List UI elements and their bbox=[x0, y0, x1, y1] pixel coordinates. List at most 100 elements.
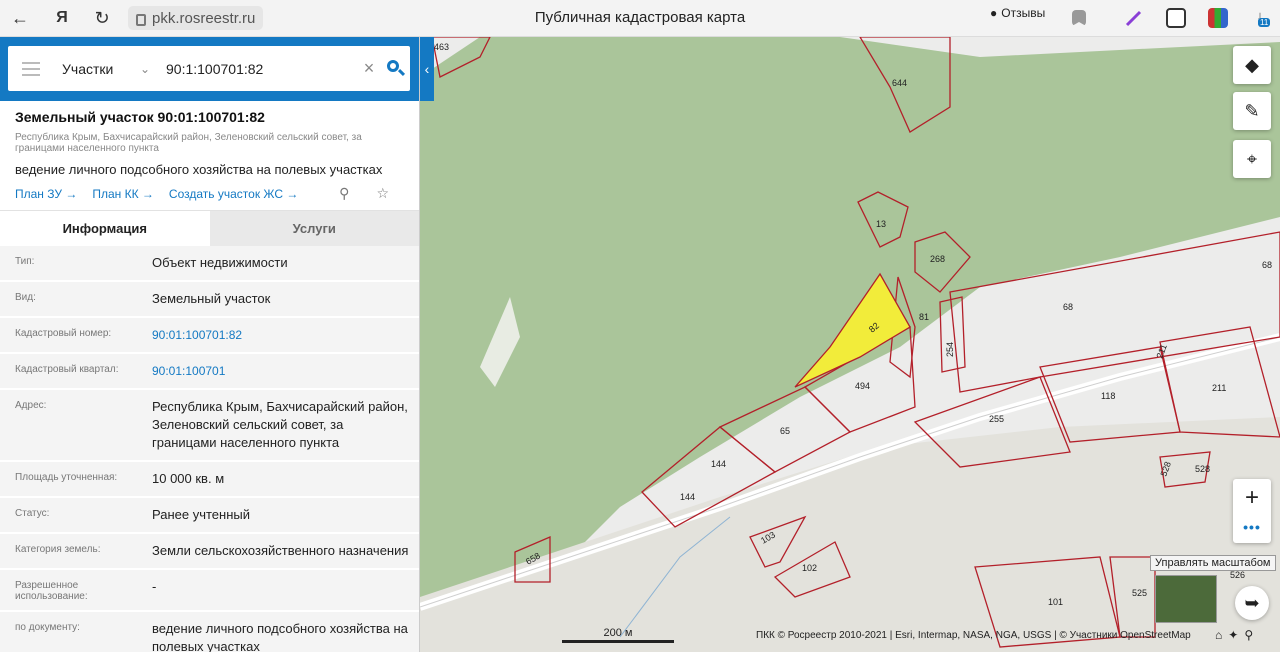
info-tabs: Информация Услуги bbox=[0, 210, 419, 246]
search-icon[interactable] bbox=[380, 54, 410, 84]
parcel-label: 525 bbox=[1132, 588, 1147, 598]
search-box: Участки ⌄ 90:1:100701:82 × bbox=[8, 46, 410, 91]
parcel-label: 102 bbox=[802, 563, 817, 573]
attribute-label: Адрес: bbox=[15, 400, 47, 411]
scale-menu-icon[interactable]: ••• bbox=[1233, 517, 1271, 537]
star-icon[interactable]: ☆ bbox=[376, 185, 389, 202]
cadastral-number-link[interactable]: 90:01:100701:82 bbox=[152, 326, 419, 344]
bookmark-icon[interactable] bbox=[1072, 10, 1086, 26]
map-attribution: ПКК © Росреестр 2010-2021 | Esri, Interm… bbox=[756, 630, 1191, 641]
zoom-to-object-icon[interactable]: ⚲ bbox=[339, 185, 349, 202]
attribute-value: 10 000 кв. м bbox=[152, 471, 225, 486]
zoom-control[interactable]: + ••• bbox=[1233, 479, 1271, 543]
map-scale: 200 м bbox=[562, 627, 674, 643]
pen-icon[interactable] bbox=[1124, 8, 1144, 28]
parcel-label: 211 bbox=[1154, 343, 1168, 360]
ruler-icon: ✎ bbox=[1244, 100, 1260, 121]
attribute-value: Ранее учтенный bbox=[152, 507, 250, 522]
parcel-label: 268 bbox=[930, 254, 945, 264]
parcel-label: 526 bbox=[1230, 570, 1245, 580]
attribute-label: Кадастровый квартал: bbox=[15, 364, 119, 375]
home-icon[interactable]: ⌂ bbox=[1215, 628, 1222, 642]
clear-icon[interactable]: × bbox=[358, 58, 380, 79]
search-input[interactable]: 90:1:100701:82 bbox=[166, 61, 358, 77]
collapse-panel-button[interactable]: ‹ bbox=[420, 37, 434, 101]
parcel-label: 101 bbox=[1048, 597, 1063, 607]
attribute-label: Вид: bbox=[15, 292, 36, 303]
parcel-label: 211 bbox=[1212, 383, 1226, 393]
attribute-row: Кадастровый квартал: 90:01:100701 bbox=[0, 354, 419, 390]
attribute-value: ведение личного подсобного хозяйства на … bbox=[152, 621, 408, 652]
object-usage: ведение личного подсобного хозяйства на … bbox=[15, 162, 383, 177]
object-links: План ЗУ → План КК → Создать участок ЖС →… bbox=[15, 185, 404, 202]
downloads-badge: 11 bbox=[1258, 18, 1271, 27]
create-parcel-link[interactable]: Создать участок ЖС → bbox=[169, 187, 298, 201]
parcel-label: 254 bbox=[945, 342, 955, 357]
plan-kk-link[interactable]: План КК → bbox=[92, 187, 154, 201]
info-panel: Участки ⌄ 90:1:100701:82 × Земельный уча… bbox=[0, 37, 420, 652]
object-header: Земельный участок 90:01:100701:82 Респуб… bbox=[0, 101, 419, 202]
parcel-label: 118 bbox=[1101, 391, 1115, 401]
speech-bubble-icon: ● bbox=[990, 6, 998, 20]
attribute-label: Площадь уточненная: bbox=[15, 472, 118, 483]
parcel-label: 81 bbox=[919, 312, 929, 322]
reload-icon[interactable]: ↻ bbox=[90, 6, 114, 30]
parcel-label: 644 bbox=[892, 78, 907, 88]
layers-button[interactable]: ◆ bbox=[1233, 46, 1271, 84]
compass-button[interactable]: ➥ bbox=[1235, 586, 1269, 620]
object-address: Республика Крым, Бахчисарайский район, З… bbox=[15, 132, 362, 154]
parcel-label: 144 bbox=[680, 492, 695, 502]
extension-icon[interactable] bbox=[1166, 8, 1186, 28]
parcel-label: 528 bbox=[1195, 464, 1210, 474]
yandex-icon[interactable]: Я bbox=[50, 6, 74, 30]
hamburger-icon[interactable] bbox=[22, 61, 40, 76]
search-bar: Участки ⌄ 90:1:100701:82 × bbox=[0, 37, 419, 101]
lock-icon bbox=[136, 14, 146, 26]
cadastral-quarter-link[interactable]: 90:01:100701 bbox=[152, 362, 419, 380]
attribute-label: Категория земель: bbox=[15, 544, 101, 555]
address-bar[interactable]: pkk.rosreestr.ru bbox=[128, 6, 264, 30]
zoom-in-button[interactable]: + bbox=[1233, 479, 1271, 517]
locate-small-icon[interactable]: ✦ bbox=[1228, 628, 1238, 642]
browser-toolbar: ← Я ↻ pkk.rosreestr.ru Публичная кадастр… bbox=[0, 0, 1280, 37]
reviews-button[interactable]: ● Отзывы bbox=[990, 6, 1045, 20]
attribute-row: по документу: ведение личного подсобного… bbox=[0, 612, 419, 652]
search-small-icon[interactable]: ⚲ bbox=[1244, 628, 1253, 642]
downloads-icon[interactable]: ↓ 11 bbox=[1250, 8, 1271, 28]
attribute-label: Тип: bbox=[15, 256, 35, 267]
attribute-row: Кадастровый номер: 90:01:100701:82 bbox=[0, 318, 419, 354]
parcel-label: 255 bbox=[989, 414, 1004, 424]
crosshair-icon: ⌖ bbox=[1246, 148, 1258, 169]
measure-button[interactable]: ✎ bbox=[1233, 92, 1271, 130]
url-text: pkk.rosreestr.ru bbox=[152, 9, 256, 27]
attribute-row: Вид: Земельный участок bbox=[0, 282, 419, 318]
attribute-row: Статус: Ранее учтенный bbox=[0, 498, 419, 534]
locate-button[interactable]: ⌖ bbox=[1233, 140, 1271, 178]
parcel-label: 494 bbox=[855, 381, 870, 391]
cadastral-map[interactable]: 463 644 13 268 68 68 82 81 254 494 211 2… bbox=[420, 37, 1280, 652]
attribute-value: - bbox=[152, 579, 157, 594]
parcel-label: 144 bbox=[711, 459, 726, 469]
chevron-down-icon[interactable]: ⌄ bbox=[140, 62, 160, 76]
parcel-label: 68 bbox=[1063, 302, 1073, 312]
scale-bar bbox=[562, 640, 674, 643]
tab-services[interactable]: Услуги bbox=[209, 211, 419, 246]
object-type-select[interactable]: Участки bbox=[62, 61, 140, 77]
attribute-row: Площадь уточненная: 10 000 кв. м bbox=[0, 462, 419, 498]
attribute-label: Кадастровый номер: bbox=[15, 328, 112, 339]
parcel-label: 463 bbox=[434, 42, 449, 52]
satellite-minimap[interactable] bbox=[1155, 575, 1217, 623]
layers-icon: ◆ bbox=[1245, 54, 1259, 75]
parcel-label: 13 bbox=[876, 219, 886, 229]
back-icon[interactable]: ← bbox=[8, 6, 32, 30]
attribute-value: Земельный участок bbox=[152, 291, 271, 306]
tab-information[interactable]: Информация bbox=[0, 211, 210, 246]
attribute-label: по документу: bbox=[15, 622, 80, 633]
archive-extension-icon[interactable] bbox=[1208, 8, 1228, 28]
attribute-row: Разрешенное использование: - bbox=[0, 570, 419, 612]
attribute-table: Тип: Объект недвижимости Вид: Земельный … bbox=[0, 246, 419, 652]
attribute-row: Тип: Объект недвижимости bbox=[0, 246, 419, 282]
attribute-row: Адрес: Республика Крым, Бахчисарайский р… bbox=[0, 390, 419, 462]
plan-zu-link[interactable]: План ЗУ → bbox=[15, 187, 77, 201]
attribute-label: Статус: bbox=[15, 508, 50, 519]
